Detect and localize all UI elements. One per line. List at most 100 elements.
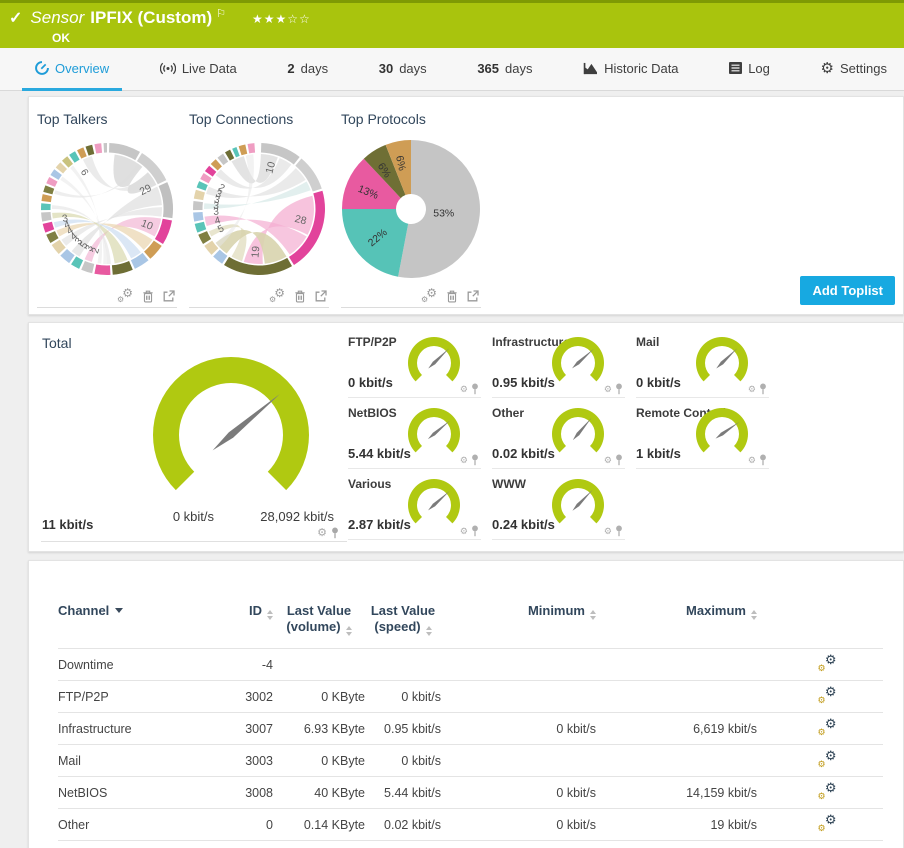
- tab-live-data[interactable]: Live Data: [147, 48, 250, 91]
- cell-actions: ⚙ ⚙: [757, 781, 897, 803]
- channel-settings-icon[interactable]: ⚙ ⚙: [818, 749, 837, 769]
- hist-icon: [583, 62, 598, 75]
- gauge-settings-icon[interactable]: ⚙: [748, 384, 756, 394]
- tab-overview[interactable]: Overview: [22, 48, 123, 91]
- channel-settings-icon[interactable]: ⚙ ⚙: [818, 781, 837, 801]
- gauge-channel-value: 0.95 kbit/s: [492, 375, 555, 390]
- column-header-last-value-volume[interactable]: Last Value (volume): [273, 603, 365, 636]
- sort-arrows-icon[interactable]: [425, 626, 432, 636]
- status-check-icon: ✓: [9, 10, 23, 27]
- cell-last-value-speed: 0 kbit/s: [401, 753, 441, 768]
- sort-arrows-icon[interactable]: [345, 626, 352, 636]
- gauge-pin-icon[interactable]: [471, 454, 479, 466]
- column-header-maximum[interactable]: Maximum: [596, 603, 757, 620]
- channel-settings-icon[interactable]: ⚙ ⚙: [818, 653, 837, 673]
- toplist-open-icon[interactable]: [315, 290, 327, 302]
- channel-gauge: [408, 479, 460, 524]
- column-label: Last Value: [286, 603, 352, 618]
- tab-30-days[interactable]: 30 days: [366, 48, 440, 91]
- gauge-pin-icon[interactable]: [471, 383, 479, 395]
- gauge-cell-actions: ⚙: [748, 383, 767, 395]
- tab-365-days[interactable]: 365 days: [464, 48, 545, 91]
- channel-gauge: [408, 337, 460, 382]
- gauge-cell-actions: ⚙: [460, 525, 479, 537]
- gauge-settings-icon[interactable]: ⚙: [460, 384, 468, 394]
- gauge-channel-label: WWW: [492, 477, 526, 491]
- gauge-max-label: 28,092 kbit/s: [260, 509, 334, 524]
- column-header-channel[interactable]: Channel: [58, 603, 228, 619]
- gauge-settings-icon[interactable]: ⚙: [748, 455, 756, 465]
- column-header-id[interactable]: ID: [228, 603, 273, 620]
- toplist-actions: ⚙ ⚙: [189, 287, 329, 308]
- add-toplist-button[interactable]: Add Toplist: [800, 276, 895, 305]
- gauge-pin-icon[interactable]: [759, 454, 767, 466]
- toplist-delete-icon[interactable]: [446, 290, 458, 303]
- tab-historic-data[interactable]: Historic Data: [570, 48, 691, 91]
- gauge-pin-icon[interactable]: [615, 454, 623, 466]
- tab-2-days[interactable]: 2 days: [274, 48, 341, 91]
- toplist-settings-icon[interactable]: ⚙ ⚙: [421, 287, 437, 304]
- gauge-pin-icon[interactable]: [615, 383, 623, 395]
- cell-channel: NetBIOS: [58, 785, 108, 800]
- gauge-settings-icon[interactable]: ⚙: [604, 384, 612, 394]
- gauge-channel-value: 0.24 kbit/s: [492, 517, 555, 532]
- cell-maximum: 14,159 kbit/s: [686, 785, 757, 800]
- column-label: Minimum: [527, 603, 585, 618]
- flag-icon[interactable]: ⚐: [216, 7, 226, 20]
- toplist-delete-icon[interactable]: [142, 290, 154, 303]
- toplist-settings-icon[interactable]: ⚙ ⚙: [269, 287, 285, 304]
- table-row: FTP/P2P 3002 0 KByte 0 kbit/s ⚙ ⚙: [58, 680, 883, 712]
- column-header-minimum[interactable]: Minimum: [441, 603, 596, 620]
- channel-settings-icon[interactable]: ⚙ ⚙: [818, 685, 837, 705]
- cell-actions: ⚙ ⚙: [757, 717, 897, 739]
- divider: [41, 541, 347, 542]
- tab-label: days: [399, 60, 427, 76]
- toplist-delete-icon[interactable]: [294, 290, 306, 303]
- toplist-settings-icon[interactable]: ⚙ ⚙: [117, 287, 133, 304]
- sort-arrows-icon[interactable]: [751, 610, 757, 620]
- gauge-settings-icon[interactable]: ⚙: [460, 455, 468, 465]
- gauge-icon: [35, 61, 49, 75]
- gauge-settings-icon[interactable]: ⚙: [317, 527, 327, 539]
- toplist-chart-pie[interactable]: 53%22%13%6% 6%: [341, 137, 481, 285]
- gauge-min-label: 0 kbit/s: [172, 509, 214, 524]
- channel-gauge: [552, 479, 604, 524]
- toplist-open-icon[interactable]: [163, 290, 175, 302]
- toplist-open-icon[interactable]: [467, 290, 479, 302]
- gauge-channel-label: Mail: [636, 335, 660, 349]
- gauge-cell-various: Various 2.87 kbit/s ⚙: [348, 469, 481, 540]
- gauge-settings-icon[interactable]: ⚙: [460, 526, 468, 536]
- gauge-settings-icon[interactable]: ⚙: [604, 455, 612, 465]
- priority-stars[interactable]: ★★★☆☆: [252, 12, 311, 26]
- cell-last-value-volume: 0.14 KByte: [303, 817, 365, 832]
- cell-channel: Other: [58, 817, 90, 832]
- channel-settings-icon[interactable]: ⚙ ⚙: [818, 717, 837, 737]
- gauge-cell-mail: Mail 0 kbit/s ⚙: [636, 327, 769, 398]
- channel-settings-icon[interactable]: ⚙ ⚙: [818, 813, 837, 833]
- toplist-chart-chord[interactable]: 1028192333345: [189, 137, 329, 285]
- chart-label: 53%: [433, 208, 454, 220]
- column-label: Maximum: [686, 603, 746, 618]
- gauge-channel-value: 0 kbit/s: [636, 375, 681, 390]
- table-row: NetBIOS 3008 40 KByte 5.44 kbit/s 0 kbit/s 14…: [58, 776, 883, 808]
- gauge-pin-icon[interactable]: [759, 383, 767, 395]
- cell-last-value-speed: 0.95 kbit/s: [384, 721, 441, 736]
- tab-settings[interactable]: ⚙ Settings: [808, 48, 900, 91]
- cell-last-value-volume: 6.93 KByte: [303, 721, 365, 736]
- gauge-pin-icon[interactable]: [615, 525, 623, 537]
- gauge-channel-value: 2.87 kbit/s: [348, 517, 411, 532]
- gauge-settings-icon[interactable]: ⚙: [604, 526, 612, 536]
- column-header-last-value-speed[interactable]: Last Value (speed): [365, 603, 441, 636]
- cell-actions: ⚙ ⚙: [757, 653, 897, 675]
- gauge-pin-icon[interactable]: [331, 527, 339, 539]
- gauge-pin-icon[interactable]: [471, 525, 479, 537]
- cell-maximum: 6,619 kbit/s: [693, 721, 757, 736]
- toplist-actions: ⚙ ⚙: [341, 287, 481, 308]
- tab-log[interactable]: Log: [716, 48, 783, 91]
- toplist-chart-chord[interactable]: 2910623534443: [37, 137, 177, 285]
- cell-last-value-volume: 0 KByte: [321, 689, 365, 704]
- toplist-actions: ⚙ ⚙: [37, 287, 177, 308]
- table-body: Downtime -4 ⚙ ⚙ FTP/P2P 3002 0 KByte 0 kbit/s ⚙ ⚙…: [58, 648, 883, 841]
- cell-minimum: 0 kbit/s: [556, 721, 596, 736]
- gauge-cell-actions: ⚙: [604, 525, 623, 537]
